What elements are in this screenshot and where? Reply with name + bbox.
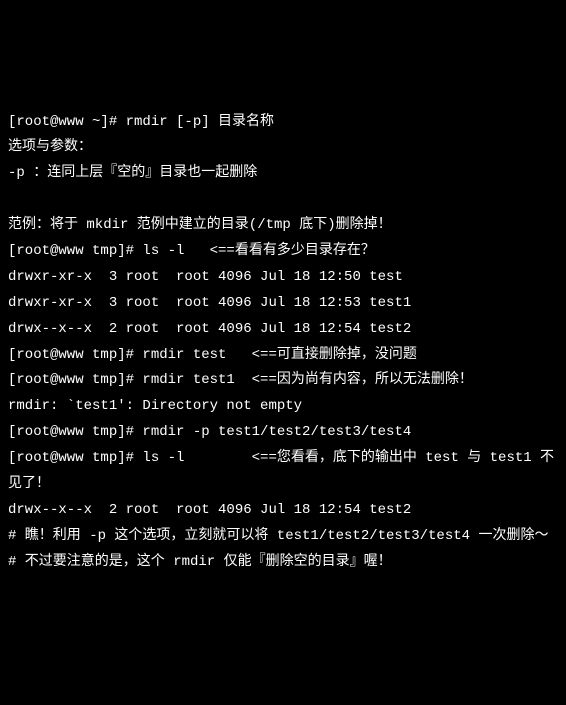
terminal-line: drwxr-xr-x 3 root root 4096 Jul 18 12:50… — [8, 265, 558, 291]
terminal-line: [root@www tmp]# rmdir test1 <==因为尚有内容，所以… — [8, 368, 558, 394]
terminal-line: drwx--x--x 2 root root 4096 Jul 18 12:54… — [8, 498, 558, 524]
terminal-line — [8, 187, 558, 213]
terminal-line: 选项与参数： — [8, 135, 558, 161]
terminal-line: [root@www ~]# rmdir [-p] 目录名称 — [8, 110, 558, 136]
terminal-line: [root@www tmp]# rmdir -p test1/test2/tes… — [8, 420, 558, 446]
terminal-line: [root@www tmp]# rmdir test <==可直接删除掉，没问题 — [8, 343, 558, 369]
terminal-line: # 不过要注意的是，这个 rmdir 仅能『删除空的目录』喔！ — [8, 550, 558, 576]
terminal-line: rmdir: `test1': Directory not empty — [8, 394, 558, 420]
terminal-line: -p ：连同上层『空的』目录也一起删除 — [8, 161, 558, 187]
terminal-line: drwxr-xr-x 3 root root 4096 Jul 18 12:53… — [8, 291, 558, 317]
terminal-line: [root@www tmp]# ls -l <==您看看，底下的输出中 test… — [8, 446, 558, 498]
terminal-line: # 瞧！利用 -p 这个选项，立刻就可以将 test1/test2/test3/… — [8, 524, 558, 550]
terminal-line: [root@www tmp]# ls -l <==看看有多少目录存在？ — [8, 239, 558, 265]
terminal-line: drwx--x--x 2 root root 4096 Jul 18 12:54… — [8, 317, 558, 343]
terminal-output: [root@www ~]# rmdir [-p] 目录名称选项与参数：-p ：连… — [8, 110, 558, 576]
terminal-line: 范例：将于 mkdir 范例中建立的目录(/tmp 底下)删除掉！ — [8, 213, 558, 239]
